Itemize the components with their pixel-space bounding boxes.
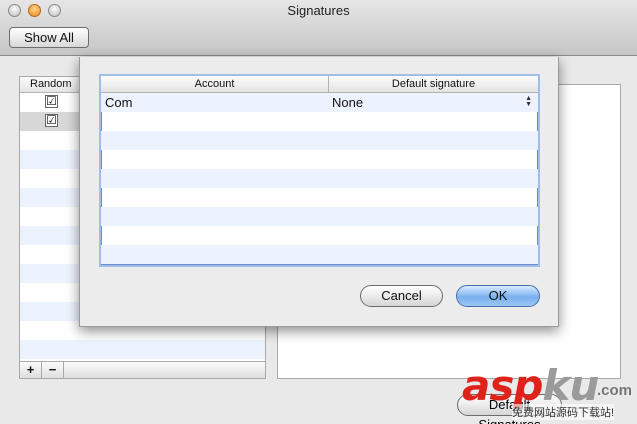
signature-select[interactable]: None ▲ ▼ [329, 93, 538, 112]
table-row [101, 131, 538, 150]
account-cell: Com [105, 95, 133, 110]
random-checkbox[interactable]: ☑ [45, 114, 58, 127]
account-column-header[interactable]: Account [101, 76, 329, 92]
watermark-asp: asp [462, 361, 543, 410]
add-button[interactable]: + [20, 362, 42, 378]
table-row [101, 169, 538, 188]
cancel-button[interactable]: Cancel [360, 285, 443, 307]
table-row [101, 112, 538, 131]
default-signature-sheet: Account Default signature Com None ▲ ▼ C… [79, 57, 559, 327]
table-row [101, 226, 538, 245]
toolbar: Signatures Show All [0, 0, 637, 56]
table-row[interactable]: Com None ▲ ▼ [101, 93, 538, 112]
table-row [101, 207, 538, 226]
watermark-com: .com [597, 382, 633, 399]
table-row [101, 245, 538, 264]
watermark-logo: aspku .com 免费网站源码下载站! [462, 364, 637, 424]
accounts-table: Account Default signature Com None ▲ ▼ [99, 74, 540, 267]
watermark-tagline: 免费网站源码下载站! [512, 404, 615, 420]
random-checkbox[interactable]: ☑ [45, 95, 58, 108]
table-header: Account Default signature [101, 76, 538, 93]
popup-arrows-icon[interactable]: ▲ ▼ [525, 95, 532, 108]
list-item [20, 340, 265, 359]
ok-button[interactable]: OK [456, 285, 540, 307]
show-all-button[interactable]: Show All [9, 27, 89, 48]
window-title: Signatures [287, 3, 350, 18]
table-row [101, 150, 538, 169]
chevron-down-icon: ▼ [525, 101, 532, 108]
table-row [101, 188, 538, 207]
watermark-ku: ku [542, 361, 599, 410]
remove-button[interactable]: − [42, 362, 64, 378]
list-footer: + − [19, 361, 266, 379]
default-signature-column-header[interactable]: Default signature [329, 76, 538, 92]
signature-select-value: None [332, 95, 364, 110]
